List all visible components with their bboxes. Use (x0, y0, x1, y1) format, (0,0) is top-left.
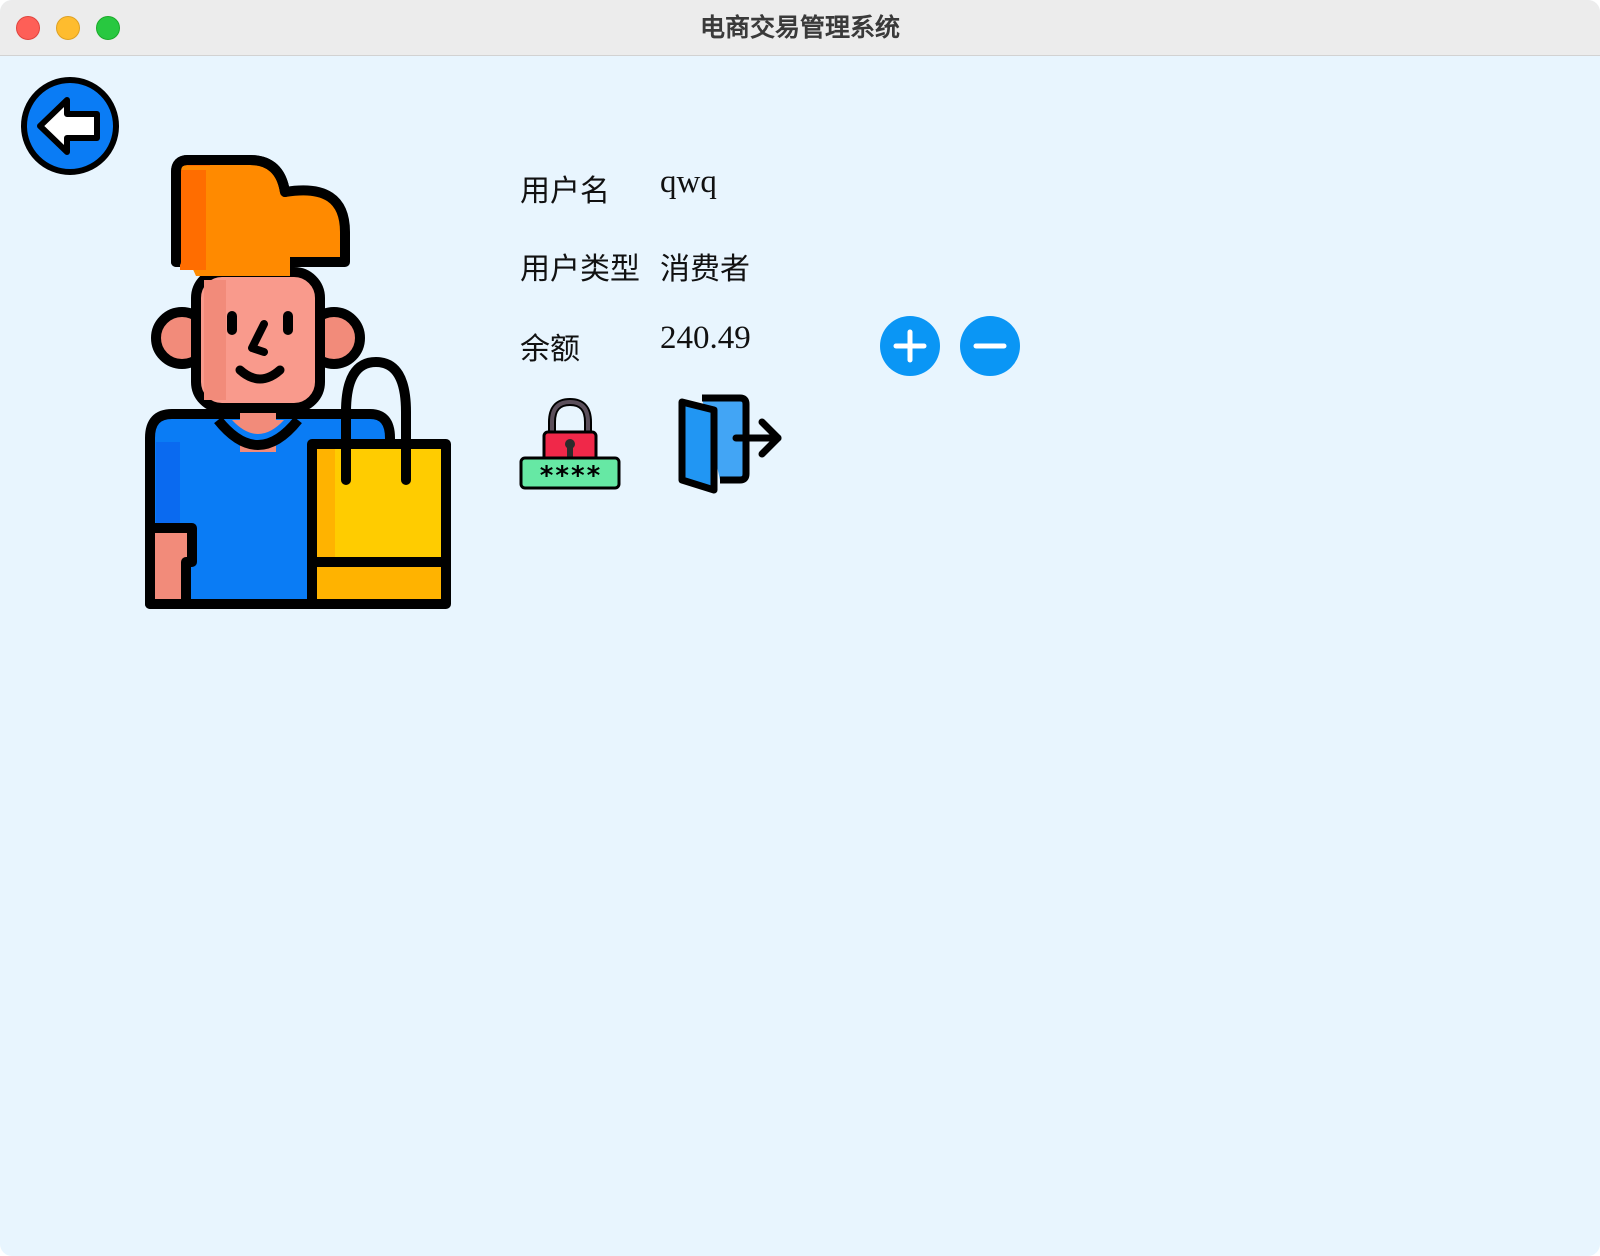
profile-page: 用户名 qwq 用户类型 消费者 余额 240.49 **** (0, 56, 1600, 1256)
lock-password-icon: **** (519, 397, 621, 491)
plus-circle-icon (880, 316, 940, 376)
username-value: qwq (660, 164, 717, 200)
logout-button[interactable] (676, 394, 786, 498)
balance-label: 余额 (520, 332, 580, 367)
door-exit-icon (678, 394, 782, 494)
username-label: 用户名 (520, 174, 610, 209)
user-type-value: 消费者 (660, 252, 750, 287)
balance-value: 240.49 (660, 320, 751, 356)
minus-circle-icon (960, 316, 1020, 376)
change-password-button[interactable]: **** (518, 396, 622, 492)
add-balance-button[interactable] (880, 316, 940, 376)
app-window: 电商交易管理系统 用户名 qwq 用户类型 消费者 余额 240.49 **** (0, 0, 1600, 1256)
subtract-balance-button[interactable] (960, 316, 1020, 376)
window-title: 电商交易管理系统 (699, 13, 900, 42)
svg-text:****: **** (539, 461, 602, 491)
title-bar: 电商交易管理系统 (0, 0, 1600, 56)
shopper-avatar-icon (145, 155, 451, 609)
arrow-left-circle-icon (21, 77, 119, 175)
user-type-label: 用户类型 (520, 252, 640, 287)
back-button[interactable] (20, 76, 120, 176)
